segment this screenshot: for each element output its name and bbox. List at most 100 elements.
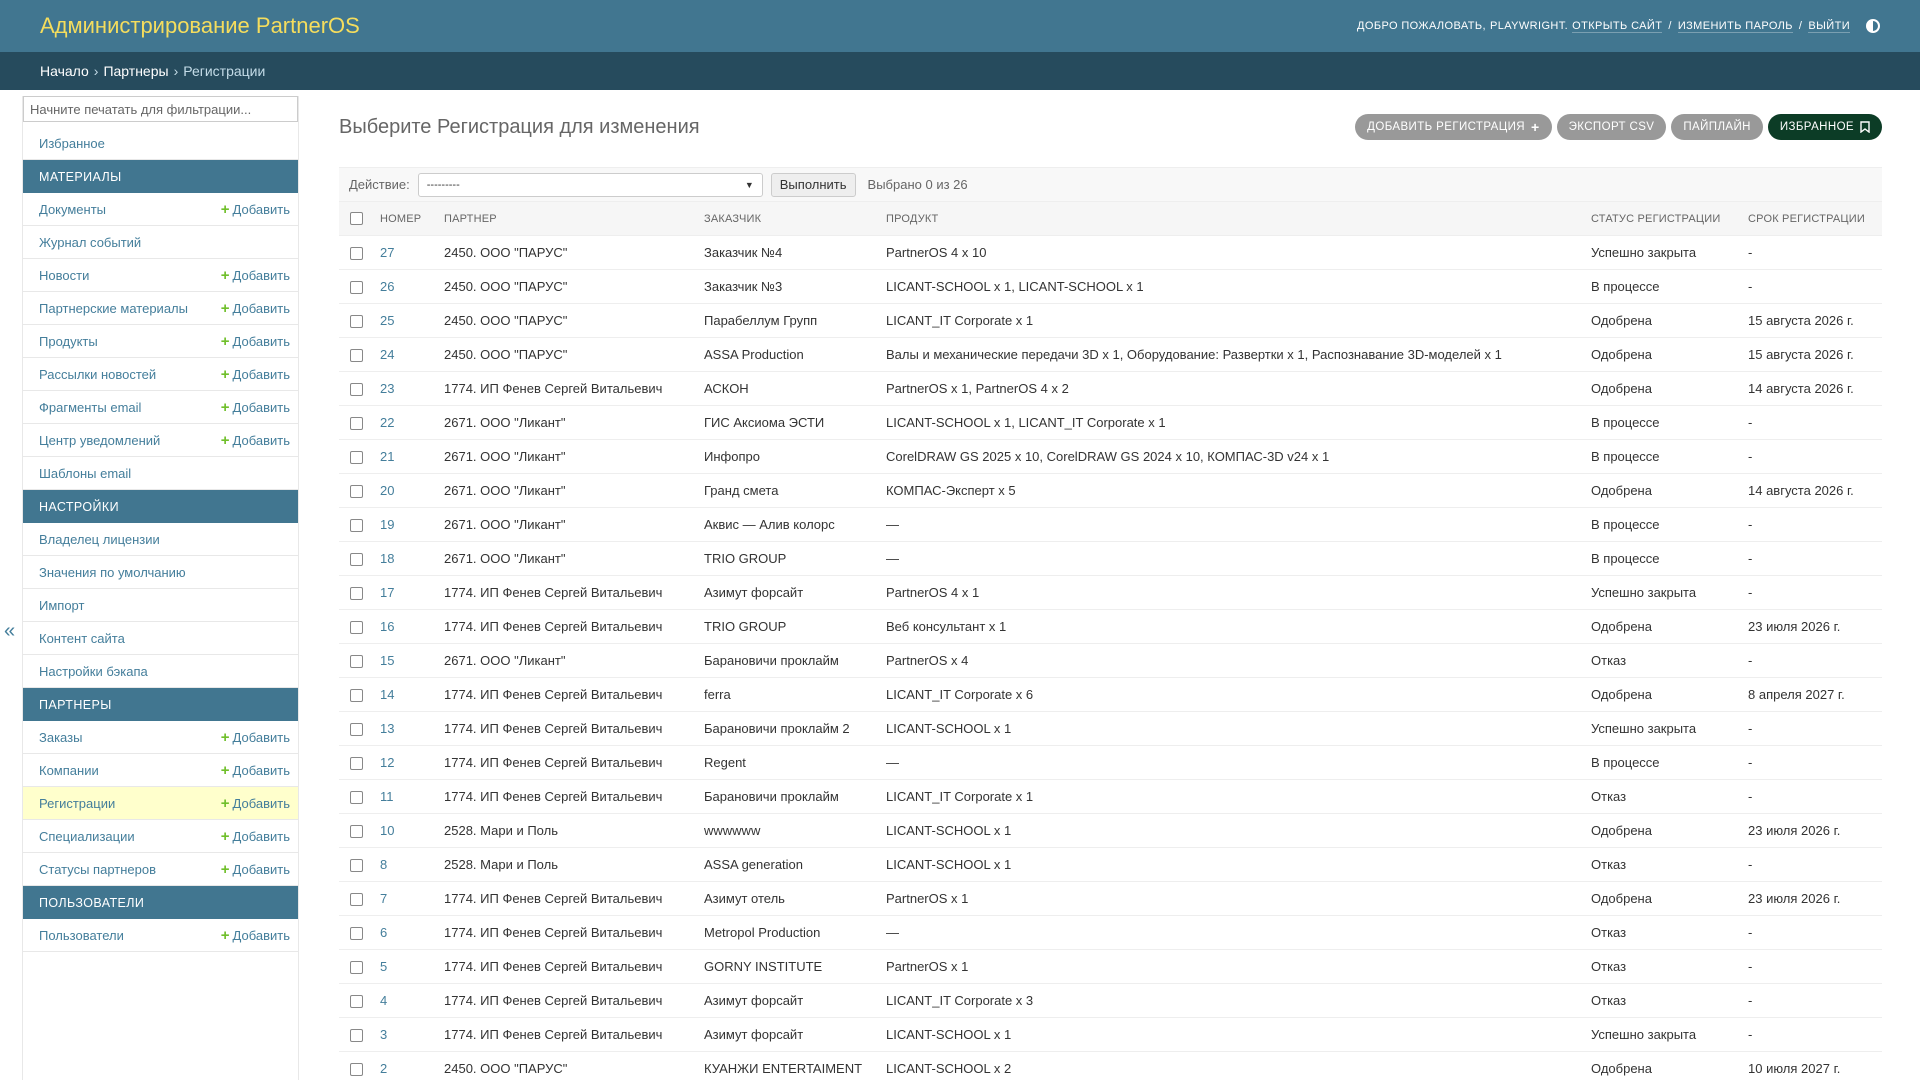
registration-number-link[interactable]: 13 xyxy=(374,711,438,746)
registration-number-link[interactable]: 24 xyxy=(374,337,438,372)
registration-number-link[interactable]: 12 xyxy=(374,745,438,780)
sidebar-item-label[interactable]: Рассылки новостей xyxy=(39,367,156,382)
registration-number-link[interactable]: 2 xyxy=(374,1051,438,1080)
registration-number-link[interactable]: 21 xyxy=(374,439,438,474)
nav-filter-input[interactable]: Начните печатать для фильтрации... xyxy=(23,96,298,122)
add-link[interactable]: + Добавить xyxy=(221,433,290,448)
row-checkbox[interactable] xyxy=(350,281,363,295)
module-caption[interactable]: Партнеры xyxy=(23,688,298,721)
row-checkbox[interactable] xyxy=(350,825,363,839)
registration-number-link[interactable]: 18 xyxy=(374,541,438,576)
add-link[interactable]: + Добавить xyxy=(221,730,290,745)
sidebar-item-label[interactable]: Документы xyxy=(39,202,106,217)
row-checkbox[interactable] xyxy=(350,451,363,465)
column-header[interactable]: Партнер xyxy=(438,201,698,236)
view-site-link[interactable]: Открыть сайт xyxy=(1572,20,1663,33)
run-action-button[interactable]: Выполнить xyxy=(770,172,856,197)
row-checkbox[interactable] xyxy=(350,791,363,805)
add-link[interactable]: + Добавить xyxy=(221,268,290,283)
registration-number-link[interactable]: 14 xyxy=(374,677,438,712)
registration-number-link[interactable]: 22 xyxy=(374,405,438,440)
select-all-checkbox[interactable] xyxy=(350,212,363,225)
sidebar-item-label[interactable]: Продукты xyxy=(39,334,98,349)
sidebar-item-label[interactable]: Центр уведомлений xyxy=(39,433,160,448)
sidebar-item-label[interactable]: Пользователи xyxy=(39,928,124,943)
sidebar-collapse-icon[interactable]: « xyxy=(4,620,15,643)
add-link[interactable]: + Добавить xyxy=(221,202,290,217)
sidebar-item-label[interactable]: Журнал событий xyxy=(39,235,141,250)
add-link[interactable]: + Добавить xyxy=(221,400,290,415)
action-select[interactable]: --------- ▼ xyxy=(417,172,763,197)
row-checkbox[interactable] xyxy=(350,1029,363,1043)
sidebar-item-label[interactable]: Новости xyxy=(39,268,89,283)
row-checkbox[interactable] xyxy=(350,417,363,431)
sidebar-item-label[interactable]: Шаблоны email xyxy=(39,466,131,481)
column-header[interactable]: Номер xyxy=(374,201,438,236)
registration-number-link[interactable]: 25 xyxy=(374,303,438,338)
favorites-button[interactable]: Избранное xyxy=(1767,114,1882,140)
row-checkbox[interactable] xyxy=(350,587,363,601)
sidebar-item-label[interactable]: Партнерские материалы xyxy=(39,301,188,316)
registration-number-link[interactable]: 10 xyxy=(374,813,438,848)
row-checkbox[interactable] xyxy=(350,927,363,941)
row-checkbox[interactable] xyxy=(350,961,363,975)
row-checkbox[interactable] xyxy=(350,1063,363,1077)
sidebar-item-label[interactable]: Компании xyxy=(39,763,99,778)
row-checkbox[interactable] xyxy=(350,723,363,737)
breadcrumb-app[interactable]: Партнеры xyxy=(103,63,168,79)
registration-number-link[interactable]: 26 xyxy=(374,269,438,304)
sidebar-item-label[interactable]: Специализации xyxy=(39,829,135,844)
pipeline-button[interactable]: Пайплайн xyxy=(1671,114,1763,140)
change-password-link[interactable]: Изменить пароль xyxy=(1677,20,1793,33)
row-checkbox[interactable] xyxy=(350,519,363,533)
add-link[interactable]: + Добавить xyxy=(221,928,290,943)
sidebar-item-label[interactable]: Настройки бэкапа xyxy=(39,664,148,679)
breadcrumb-home[interactable]: Начало xyxy=(40,63,89,79)
registration-number-link[interactable]: 3 xyxy=(374,1017,438,1052)
sidebar-item-label[interactable]: Регистрации xyxy=(39,796,115,811)
registration-number-link[interactable]: 23 xyxy=(374,371,438,406)
add-link[interactable]: + Добавить xyxy=(221,862,290,877)
row-checkbox[interactable] xyxy=(350,485,363,499)
add-link[interactable]: + Добавить xyxy=(221,334,290,349)
registration-number-link[interactable]: 17 xyxy=(374,575,438,610)
registration-number-link[interactable]: 7 xyxy=(374,881,438,916)
column-header[interactable]: Заказчик xyxy=(698,201,880,236)
registration-number-link[interactable]: 11 xyxy=(374,779,438,814)
registration-number-link[interactable]: 5 xyxy=(374,949,438,984)
registration-number-link[interactable]: 8 xyxy=(374,847,438,882)
row-checkbox[interactable] xyxy=(350,621,363,635)
logout-link[interactable]: Выйти xyxy=(1808,20,1850,33)
registration-number-link[interactable]: 27 xyxy=(374,235,438,270)
row-checkbox[interactable] xyxy=(350,315,363,329)
registration-number-link[interactable]: 15 xyxy=(374,643,438,678)
add-link[interactable]: + Добавить xyxy=(221,796,290,811)
registration-number-link[interactable]: 4 xyxy=(374,983,438,1018)
row-checkbox[interactable] xyxy=(350,893,363,907)
sidebar-item-label[interactable]: Статусы партнеров xyxy=(39,862,156,877)
registration-number-link[interactable]: 6 xyxy=(374,915,438,950)
row-checkbox[interactable] xyxy=(350,757,363,771)
column-header[interactable]: Продукт xyxy=(880,201,1585,236)
module-caption[interactable]: Материалы xyxy=(23,160,298,193)
registration-number-link[interactable]: 19 xyxy=(374,507,438,542)
sidebar-item-label[interactable]: Заказы xyxy=(39,730,82,745)
theme-toggle-icon[interactable] xyxy=(1866,19,1880,33)
sidebar-item-label[interactable]: Значения по умолчанию xyxy=(39,565,186,580)
row-checkbox[interactable] xyxy=(350,349,363,363)
sidebar-item-label[interactable]: Владелец лицензии xyxy=(39,532,160,547)
sidebar-item-label[interactable]: Фрагменты email xyxy=(39,400,141,415)
column-header[interactable]: Статус регистрации xyxy=(1585,201,1742,236)
module-caption[interactable]: Настройки xyxy=(23,490,298,523)
sidebar-item-label[interactable]: Контент сайта xyxy=(39,631,125,646)
module-caption[interactable]: Пользователи xyxy=(23,886,298,919)
row-checkbox[interactable] xyxy=(350,859,363,873)
row-checkbox[interactable] xyxy=(350,995,363,1009)
row-checkbox[interactable] xyxy=(350,247,363,261)
add-link[interactable]: + Добавить xyxy=(221,367,290,382)
column-header[interactable]: Срок регистрации xyxy=(1742,201,1882,236)
add-link[interactable]: + Добавить xyxy=(221,829,290,844)
add-link[interactable]: + Добавить xyxy=(221,763,290,778)
add-link[interactable]: + Добавить xyxy=(221,301,290,316)
export-csv-button[interactable]: Экспорт CSV xyxy=(1556,114,1667,140)
